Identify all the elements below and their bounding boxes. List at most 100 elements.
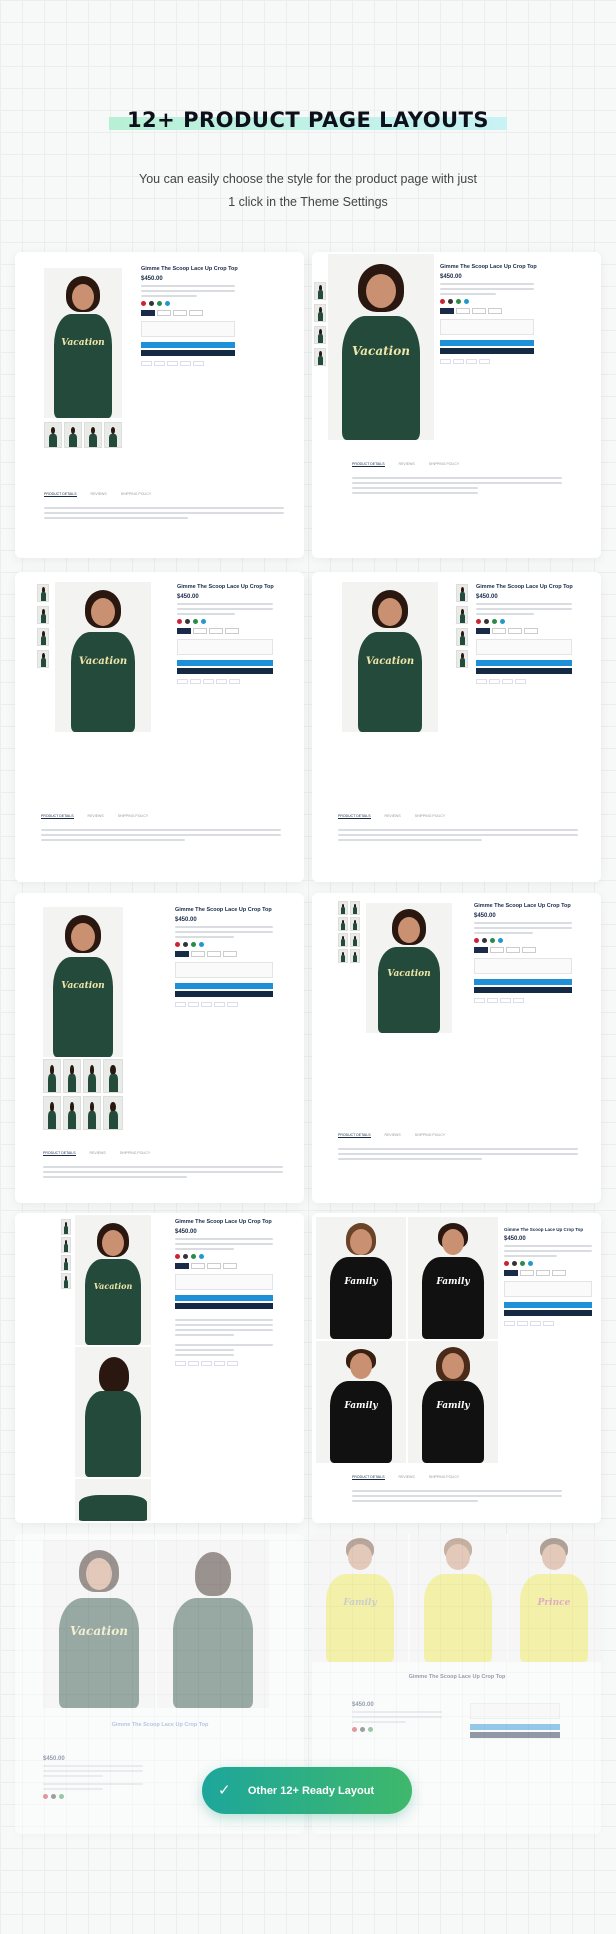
thumbnail[interactable] xyxy=(314,304,326,322)
buy-now-button[interactable] xyxy=(504,1310,592,1316)
tabs[interactable]: PRODUCT DETAILS REVIEWS SHIPPING POLICY xyxy=(352,1475,459,1480)
layout-card-2[interactable]: Vacation Gimme The Scoop Lace Up Crop To… xyxy=(312,252,601,558)
thumbnail[interactable] xyxy=(456,606,468,624)
add-to-cart-button[interactable] xyxy=(177,660,273,666)
tab-shipping[interactable]: SHIPPING POLICY xyxy=(121,492,152,497)
add-to-cart-button[interactable] xyxy=(470,1724,560,1730)
add-to-cart-button[interactable] xyxy=(504,1302,592,1308)
thumbnail[interactable] xyxy=(350,901,360,915)
buy-now-button[interactable] xyxy=(175,991,273,997)
thumbnail[interactable] xyxy=(103,1096,123,1130)
thumbnail[interactable] xyxy=(37,584,49,602)
layout-card-4[interactable]: Vacation Gimme The Scoop Lace Up Crop To… xyxy=(312,572,601,882)
tab-reviews[interactable]: REVIEWS xyxy=(90,1151,106,1156)
buy-now-button[interactable] xyxy=(474,987,572,993)
tab-reviews[interactable]: REVIEWS xyxy=(385,814,401,819)
tab-shipping[interactable]: SHIPPING POLICY xyxy=(429,462,460,467)
thumbnail[interactable] xyxy=(456,650,468,668)
tab-product-details[interactable]: PRODUCT DETAILS xyxy=(41,814,74,819)
thumbnail[interactable] xyxy=(83,1096,101,1130)
buy-now-button[interactable] xyxy=(175,1303,273,1309)
thumbnail[interactable] xyxy=(63,1059,81,1093)
note-box[interactable] xyxy=(504,1281,592,1297)
layout-card-1[interactable]: Vacation Gimme The Scoop Lace Up Crop To… xyxy=(15,252,304,558)
tab-reviews[interactable]: REVIEWS xyxy=(399,462,415,467)
thumbnail[interactable] xyxy=(338,917,348,931)
thumbnail[interactable] xyxy=(61,1273,71,1289)
thumbnail[interactable] xyxy=(314,348,326,366)
tab-reviews[interactable]: REVIEWS xyxy=(385,1133,401,1138)
note-box[interactable] xyxy=(470,1703,560,1719)
tabs[interactable]: PRODUCT DETAILS REVIEWS SHIPPING POLICY xyxy=(41,814,148,819)
thumbnail[interactable] xyxy=(103,1059,123,1093)
layout-card-8[interactable]: Family Family Family Family Gimme The Sc… xyxy=(312,1213,601,1523)
buy-now-button[interactable] xyxy=(177,668,273,674)
add-to-cart-button[interactable] xyxy=(175,1295,273,1301)
tab-shipping[interactable]: SHIPPING POLICY xyxy=(415,1133,446,1138)
thumbnail[interactable] xyxy=(61,1219,71,1235)
add-to-cart-button[interactable] xyxy=(440,340,534,346)
thumbnail[interactable] xyxy=(350,917,360,931)
thumbnail[interactable] xyxy=(43,1059,61,1093)
tabs[interactable]: PRODUCT DETAILS REVIEWS SHIPPING POLICY xyxy=(44,492,151,497)
note-box[interactable] xyxy=(476,639,572,655)
thumbnail[interactable] xyxy=(350,933,360,947)
thumbnail[interactable] xyxy=(314,282,326,300)
buy-now-button[interactable] xyxy=(470,1732,560,1738)
add-to-cart-button[interactable] xyxy=(141,342,235,348)
thumbnail[interactable] xyxy=(338,901,348,915)
tab-shipping[interactable]: SHIPPING POLICY xyxy=(118,814,149,819)
note-box[interactable] xyxy=(141,321,235,337)
tab-shipping[interactable]: SHIPPING POLICY xyxy=(415,814,446,819)
tabs[interactable]: PRODUCT DETAILS REVIEWS SHIPPING POLICY xyxy=(338,814,445,819)
note-box[interactable] xyxy=(440,319,534,335)
tab-product-details[interactable]: PRODUCT DETAILS xyxy=(44,492,77,497)
add-to-cart-button[interactable] xyxy=(175,983,273,989)
thumbnail[interactable] xyxy=(83,1059,101,1093)
layout-card-6[interactable]: Vacation Gimme The Scoop Lace Up Crop To… xyxy=(312,893,601,1203)
thumbnail[interactable] xyxy=(37,606,49,624)
thumbnail[interactable] xyxy=(84,422,102,448)
add-to-cart-button[interactable] xyxy=(474,979,572,985)
thumbnail[interactable] xyxy=(37,628,49,646)
buy-now-button[interactable] xyxy=(141,350,235,356)
layout-card-3[interactable]: Vacation Gimme The Scoop Lace Up Crop To… xyxy=(15,572,304,882)
thumbnail[interactable] xyxy=(456,628,468,646)
thumbnail[interactable] xyxy=(63,1096,81,1130)
note-box[interactable] xyxy=(175,962,273,978)
add-to-cart-button[interactable] xyxy=(476,660,572,666)
tabs[interactable]: PRODUCT DETAILS REVIEWS SHIPPING POLICY xyxy=(352,462,459,467)
tab-reviews[interactable]: REVIEWS xyxy=(88,814,104,819)
layout-card-7[interactable]: Vacation Gimme The Scoop Lace Up Crop To… xyxy=(15,1213,304,1523)
thumbnail[interactable] xyxy=(338,949,348,963)
tabs[interactable]: PRODUCT DETAILS REVIEWS SHIPPING POLICY xyxy=(43,1151,150,1156)
tab-reviews[interactable]: REVIEWS xyxy=(91,492,107,497)
tabs[interactable]: PRODUCT DETAILS REVIEWS SHIPPING POLICY xyxy=(338,1133,445,1138)
note-box[interactable] xyxy=(474,958,572,974)
thumbnail[interactable] xyxy=(314,326,326,344)
tab-product-details[interactable]: PRODUCT DETAILS xyxy=(43,1151,76,1156)
thumbnail[interactable] xyxy=(338,933,348,947)
thumbnail[interactable] xyxy=(456,584,468,602)
tab-product-details[interactable]: PRODUCT DETAILS xyxy=(352,1475,385,1480)
other-layouts-button[interactable]: ✓ Other 12+ Ready Layout xyxy=(202,1767,412,1814)
tab-shipping[interactable]: SHIPPING POLICY xyxy=(429,1475,460,1480)
thumbnail[interactable] xyxy=(64,422,82,448)
thumbnail[interactable] xyxy=(43,1096,61,1130)
buy-now-button[interactable] xyxy=(476,668,572,674)
thumbnail[interactable] xyxy=(61,1255,71,1271)
thumbnail[interactable] xyxy=(37,650,49,668)
layout-card-5[interactable]: Vacation Gimme The Scoop Lace Up Crop To… xyxy=(15,893,304,1203)
tab-product-details[interactable]: PRODUCT DETAILS xyxy=(338,1133,371,1138)
tab-product-details[interactable]: PRODUCT DETAILS xyxy=(352,462,385,467)
buy-now-button[interactable] xyxy=(440,348,534,354)
thumbnail[interactable] xyxy=(104,422,122,448)
thumbnail[interactable] xyxy=(61,1237,71,1253)
tab-reviews[interactable]: REVIEWS xyxy=(399,1475,415,1480)
tab-product-details[interactable]: PRODUCT DETAILS xyxy=(338,814,371,819)
tab-shipping[interactable]: SHIPPING POLICY xyxy=(120,1151,151,1156)
note-box[interactable] xyxy=(177,639,273,655)
thumbnail[interactable] xyxy=(44,422,62,448)
note-box[interactable] xyxy=(175,1274,273,1290)
thumbnail[interactable] xyxy=(350,949,360,963)
